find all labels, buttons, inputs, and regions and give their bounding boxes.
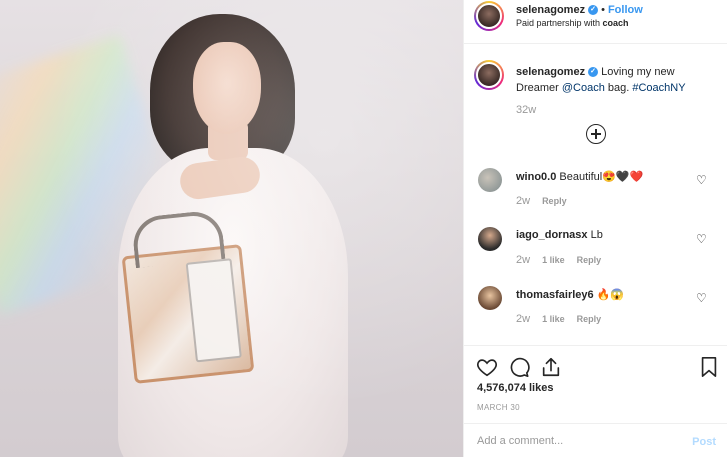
reply-button[interactable]: Reply <box>542 196 567 206</box>
author-avatar[interactable] <box>474 1 504 31</box>
plus-circle-icon[interactable] <box>586 124 606 144</box>
commenter-avatar[interactable] <box>478 227 502 251</box>
commenter-username[interactable]: wino0.0 <box>516 171 556 183</box>
comment-time[interactable]: 2w <box>516 195 530 207</box>
comment-like-count[interactable]: 1 like <box>542 314 565 324</box>
comment-heart-icon[interactable]: ♡ <box>696 292 708 304</box>
comment-bubble-icon[interactable] <box>508 356 530 378</box>
comment-item: wino0.0 Beautiful😍🖤❤️ 2w Reply ♡ <box>464 168 727 224</box>
comment-time[interactable]: 2w <box>516 254 530 266</box>
commenter-avatar[interactable] <box>478 168 502 192</box>
like-count[interactable]: 4,576,074 likes <box>477 382 553 394</box>
paid-partnership: Paid partnership with coach <box>516 18 629 28</box>
follow-button[interactable]: Follow <box>608 4 643 16</box>
post-photo[interactable] <box>0 0 463 457</box>
share-icon[interactable] <box>540 356 562 378</box>
reply-button[interactable]: Reply <box>577 314 602 324</box>
post-caption: selenagomez ✓ Loving my new Dreamer @Coac… <box>516 64 716 96</box>
comment-like-count[interactable]: 1 like <box>542 255 565 265</box>
comment-item: thomasfairley6 🔥😱 2w 1 like Reply ♡ <box>464 286 727 342</box>
post-actions: 4,576,074 likes MARCH 30 Post <box>464 345 727 457</box>
post-button[interactable]: Post <box>692 436 716 448</box>
comment-text: Lb <box>587 229 603 241</box>
caption-avatar[interactable] <box>474 60 504 90</box>
caption-text-mid: bag. <box>604 82 633 94</box>
photo-highlight <box>0 0 463 457</box>
comment-heart-icon[interactable]: ♡ <box>696 174 708 186</box>
comment-time[interactable]: 2w <box>516 313 530 325</box>
post-sidebar: selenagomez ✓ • Follow Paid partnership wit… <box>463 0 727 457</box>
verified-badge-icon: ✓ <box>588 5 599 16</box>
reply-button[interactable]: Reply <box>577 255 602 265</box>
comment-item: iago_dornasx Lb 2w 1 like Reply ♡ <box>464 227 727 283</box>
partnership-label: Paid partnership with <box>516 18 603 28</box>
post-date[interactable]: MARCH 30 <box>477 403 520 412</box>
caption-username[interactable]: selenagomez <box>516 66 585 78</box>
caption-hashtag[interactable]: #CoachNY <box>632 82 685 94</box>
comment-text: 🔥😱 <box>593 289 625 301</box>
author-username[interactable]: selenagomez <box>516 4 585 16</box>
commenter-username[interactable]: iago_dornasx <box>516 229 588 241</box>
post-header: selenagomez ✓ • Follow Paid partnership wit… <box>464 0 727 44</box>
partner-link[interactable]: coach <box>603 18 629 28</box>
caption-mention[interactable]: @Coach <box>562 82 605 94</box>
add-comment-bar: Post <box>464 423 727 457</box>
commenter-avatar[interactable] <box>478 286 502 310</box>
comment-text: Beautiful😍🖤❤️ <box>556 171 644 183</box>
comment-input[interactable] <box>477 432 677 450</box>
separator-dot: • <box>601 4 605 16</box>
commenter-username[interactable]: thomasfairley6 <box>516 289 594 301</box>
bookmark-icon[interactable] <box>698 356 720 378</box>
heart-icon[interactable] <box>476 356 498 378</box>
verified-badge-icon: ✓ <box>588 67 599 78</box>
comment-heart-icon[interactable]: ♡ <box>696 233 708 245</box>
caption-time[interactable]: 32w <box>516 104 536 116</box>
